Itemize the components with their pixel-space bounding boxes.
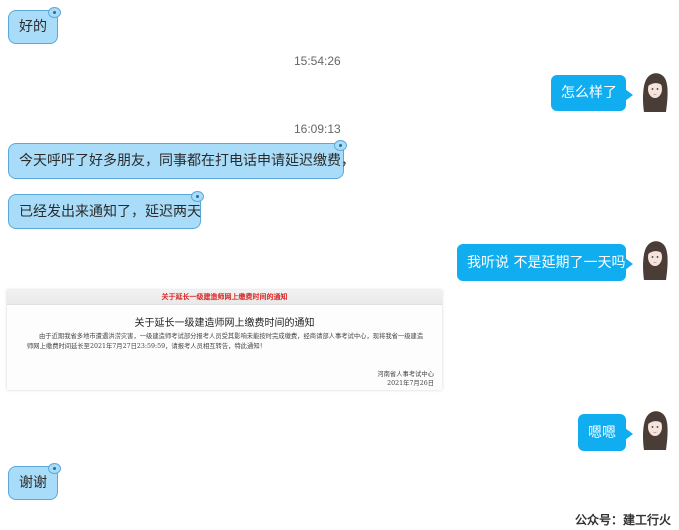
message-bubble-outgoing[interactable]: 嗯嗯 xyxy=(578,414,633,451)
user-avatar[interactable] xyxy=(640,240,670,280)
notice-image[interactable]: 关于延长一级建造师网上缴费时间的通知 关于延长一级建造师网上缴费时间的通知 由于… xyxy=(7,290,442,390)
timestamp: 16:09:13 xyxy=(294,122,341,136)
message-text: 已经发出来通知了，延迟两天 xyxy=(19,203,201,220)
bubble-ear-icon xyxy=(191,191,204,202)
notice-signature: 河南省人事考试中心 2021年7月26日 xyxy=(377,370,434,388)
message-bubble-outgoing[interactable]: 我听说 不是延期了一天吗 xyxy=(457,244,633,281)
notice-signer: 河南省人事考试中心 xyxy=(377,371,434,378)
message-bubble-incoming[interactable]: 已经发出来通知了，延迟两天 xyxy=(8,191,204,229)
message-text: 我听说 不是延期了一天吗 xyxy=(467,254,626,271)
bubble-ear-icon xyxy=(48,463,61,474)
message-bubble-incoming[interactable]: 好的 xyxy=(8,7,61,44)
bubble-ear-icon xyxy=(48,7,61,18)
bubble-ear-icon xyxy=(334,140,347,151)
user-avatar[interactable] xyxy=(640,72,670,112)
message-text: 好的 xyxy=(19,19,47,35)
message-bubble-incoming[interactable]: 谢谢 xyxy=(8,463,61,500)
notice-body: 由于近期我省多地市遭遇洪涝灾害，一级建造师考试部分报考人员受其影响未能按时完成缴… xyxy=(27,333,424,350)
message-text: 嗯嗯 xyxy=(588,424,616,441)
timestamp: 15:54:26 xyxy=(294,54,341,68)
notice-title: 关于延长一级建造师网上缴费时间的通知 xyxy=(134,318,315,329)
message-bubble-incoming[interactable]: 今天呼吁了好多朋友，同事都在打电话申请延迟缴费， xyxy=(8,140,355,179)
message-bubble-outgoing[interactable]: 怎么样了 xyxy=(551,75,633,111)
message-text: 今天呼吁了好多朋友，同事都在打电话申请延迟缴费， xyxy=(19,153,355,169)
footer-watermark: 公众号：建工行火 xyxy=(574,513,671,527)
message-text: 怎么样了 xyxy=(561,85,617,101)
message-text: 谢谢 xyxy=(19,475,47,491)
notice-header: 关于延长一级建造师网上缴费时间的通知 xyxy=(7,290,442,305)
user-avatar[interactable] xyxy=(640,410,670,450)
notice-date: 2021年7月26日 xyxy=(387,380,434,387)
